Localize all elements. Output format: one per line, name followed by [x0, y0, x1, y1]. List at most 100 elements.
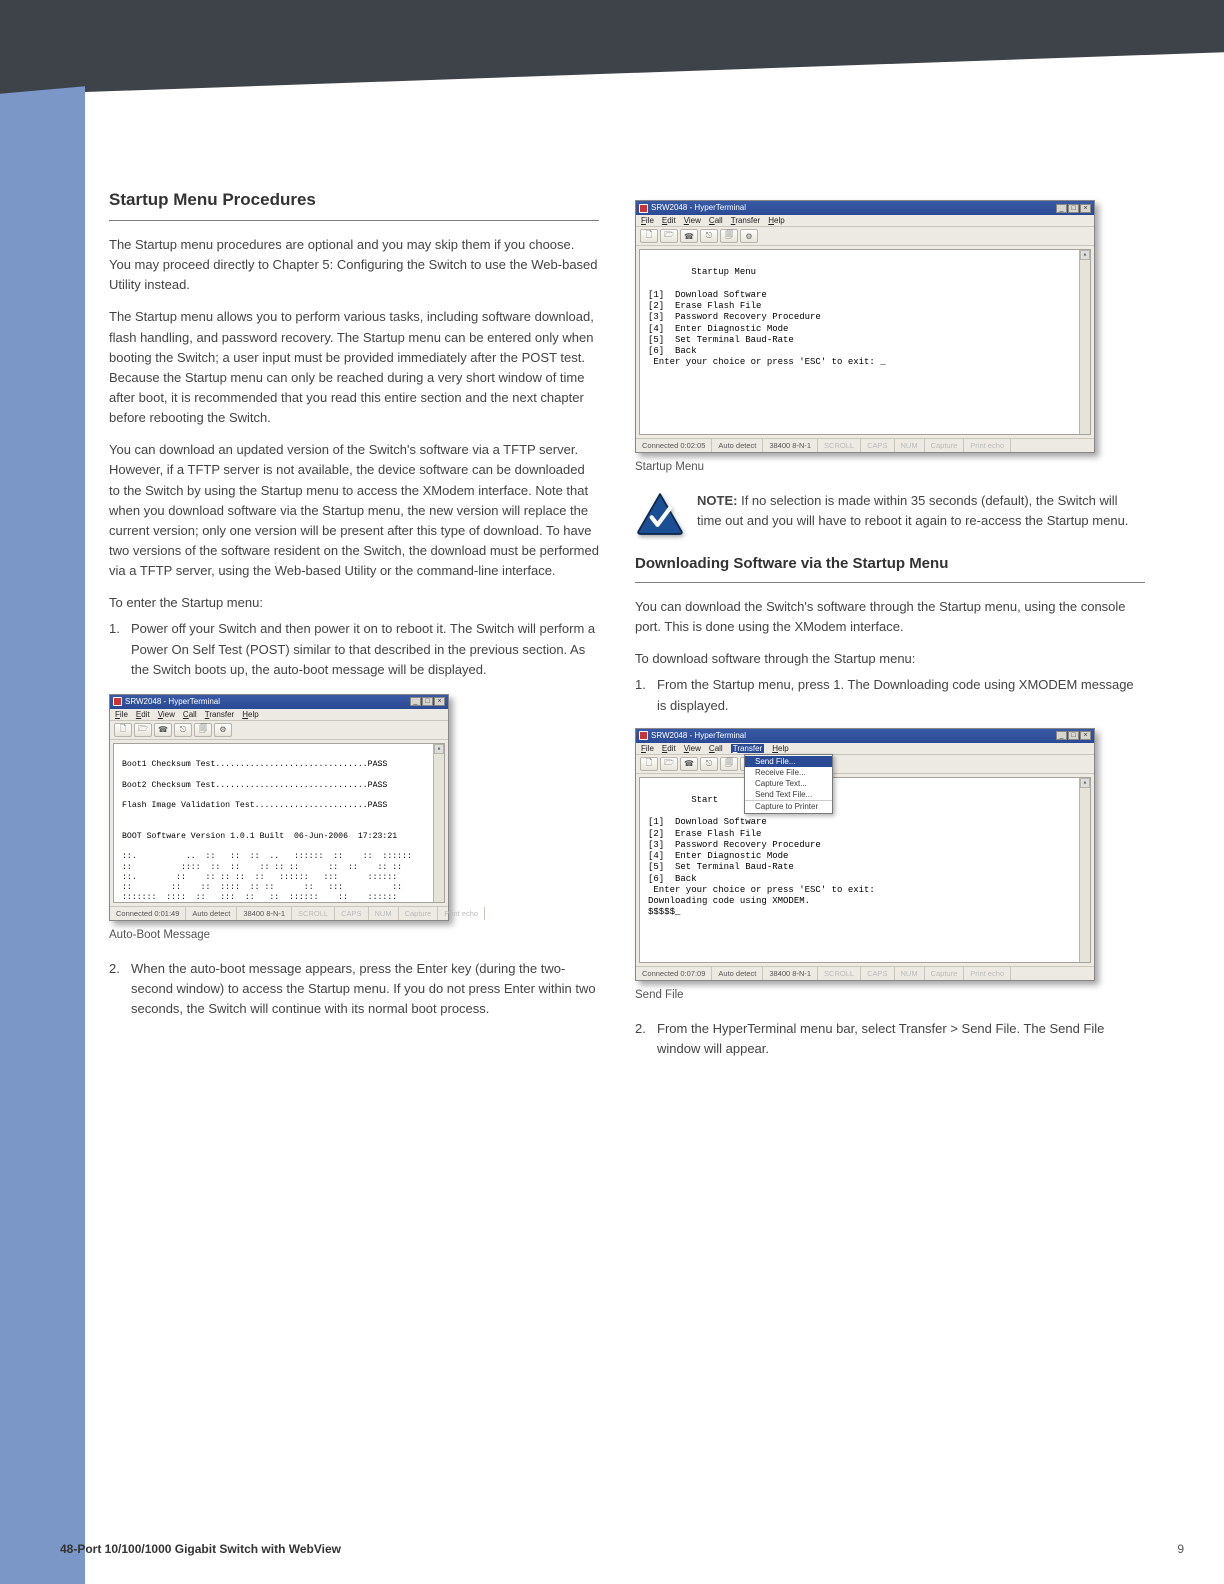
- menu-call[interactable]: Call: [709, 216, 723, 225]
- window-titlebar: SRW2048 - HyperTerminal _ □ ×: [110, 695, 448, 709]
- step-item: Power off your Switch and then power it …: [109, 619, 599, 679]
- section-rule: [635, 582, 1145, 583]
- maximize-button[interactable]: □: [1068, 731, 1079, 740]
- menu-file[interactable]: File: [641, 744, 654, 753]
- step-number: 1.: [635, 675, 646, 695]
- toolbar-button[interactable]: ⎋: [174, 723, 192, 737]
- toolbar-button[interactable]: 🗐: [194, 723, 212, 737]
- close-button[interactable]: ×: [1080, 204, 1091, 213]
- note-label: NOTE:: [697, 493, 737, 508]
- dropdown-item-send-file[interactable]: Send File...: [745, 756, 832, 767]
- hyperterminal-window-sendfile: SRW2048 - HyperTerminal _ □ × File Edit …: [635, 728, 1095, 981]
- toolbar-button[interactable]: ⚙: [740, 229, 758, 243]
- menu-view[interactable]: View: [158, 710, 175, 719]
- paragraph: To enter the Startup menu:: [109, 593, 599, 613]
- minimize-button[interactable]: _: [1056, 204, 1067, 213]
- page-body: Startup Menu Procedures The Startup menu…: [85, 120, 1224, 1584]
- window-title: SRW2048 - HyperTerminal: [651, 204, 746, 212]
- menu-call[interactable]: Call: [183, 710, 197, 719]
- status-detect: Auto detect: [712, 439, 763, 452]
- maximize-button[interactable]: □: [422, 697, 433, 706]
- dropdown-item-capture-text[interactable]: Capture Text...: [745, 778, 832, 789]
- toolbar-button[interactable]: 🗐: [720, 229, 738, 243]
- window-menubar: File Edit View Call Transfer Help: [110, 709, 448, 721]
- page-footer: Chapter 4 48-Port 10/100/1000 Gigabit Sw…: [60, 1542, 1184, 1556]
- toolbar-button[interactable]: ⎋: [700, 229, 718, 243]
- close-button[interactable]: ×: [434, 697, 445, 706]
- toolbar-button[interactable]: 🗋: [640, 229, 658, 243]
- status-printecho: Print echo: [438, 907, 485, 920]
- menu-file[interactable]: File: [641, 216, 654, 225]
- hyperterminal-window-autoboot: SRW2048 - HyperTerminal _ □ × File Edit …: [109, 694, 449, 921]
- toolbar-button[interactable]: 🗁: [660, 229, 678, 243]
- right-column: SRW2048 - HyperTerminal _ □ × File Edit …: [635, 190, 1145, 1514]
- menu-view[interactable]: View: [684, 216, 701, 225]
- window-titlebar: SRW2048 - HyperTerminal _ □ ×: [636, 729, 1094, 743]
- scrollbar[interactable]: ▴: [1079, 778, 1090, 962]
- menu-help[interactable]: Help: [772, 744, 788, 753]
- paragraph: The Startup menu procedures are optional…: [109, 235, 599, 295]
- terminal-output: Start [1] Download Software [2] Erase Fl…: [639, 777, 1091, 963]
- window-titlebar: SRW2048 - HyperTerminal _ □ ×: [636, 201, 1094, 215]
- menu-help[interactable]: Help: [768, 216, 784, 225]
- status-printecho: Print echo: [964, 967, 1011, 980]
- menu-view[interactable]: View: [684, 744, 701, 753]
- app-icon: [639, 731, 648, 740]
- status-caps: CAPS: [861, 967, 894, 980]
- menu-transfer[interactable]: Transfer: [731, 216, 761, 225]
- dropdown-item-send-text-file[interactable]: Send Text File...: [745, 789, 832, 800]
- menu-edit[interactable]: Edit: [662, 744, 676, 753]
- status-num: NUM: [895, 439, 925, 452]
- status-proto: 38400 8-N-1: [763, 967, 818, 980]
- window-statusbar: Connected 0:07:09 Auto detect 38400 8-N-…: [636, 966, 1094, 980]
- toolbar-button[interactable]: 🗐: [720, 757, 738, 771]
- terminal-output: Startup Menu [1] Download Software [2] E…: [639, 249, 1091, 435]
- dropdown-item-capture-printer[interactable]: Capture to Printer: [745, 800, 832, 812]
- menu-transfer[interactable]: Transfer: [731, 744, 765, 753]
- maximize-button[interactable]: □: [1068, 204, 1079, 213]
- footer-page: 9: [1177, 1542, 1184, 1556]
- toolbar-button[interactable]: ⎋: [700, 757, 718, 771]
- menu-transfer[interactable]: Transfer: [205, 710, 235, 719]
- toolbar-button[interactable]: ☎: [680, 757, 698, 771]
- toolbar-button[interactable]: ☎: [680, 229, 698, 243]
- section-rule: [109, 220, 599, 221]
- scrollbar[interactable]: ▴: [433, 744, 444, 902]
- paragraph: To download software through the Startup…: [635, 649, 1145, 669]
- figure-caption: Send File: [635, 989, 1145, 1001]
- window-statusbar: Connected 0:01:49 Auto detect 38400 8-N-…: [110, 906, 448, 920]
- window-statusbar: Connected 0:02:05 Auto detect 38400 8-N-…: [636, 438, 1094, 452]
- subsection-title: Downloading Software via the Startup Men…: [635, 555, 1145, 572]
- menu-file[interactable]: File: [115, 710, 128, 719]
- step-item: When the auto-boot message appears, pres…: [109, 959, 599, 1019]
- menu-help[interactable]: Help: [242, 710, 258, 719]
- minimize-button[interactable]: _: [410, 697, 421, 706]
- minimize-button[interactable]: _: [1056, 731, 1067, 740]
- transfer-dropdown: Send File... Receive File... Capture Tex…: [744, 754, 833, 814]
- status-scroll: SCROLL: [818, 439, 861, 452]
- toolbar-button[interactable]: 🗋: [640, 757, 658, 771]
- menu-edit[interactable]: Edit: [662, 216, 676, 225]
- toolbar-button[interactable]: ⚙: [214, 723, 232, 737]
- scrollbar[interactable]: ▴: [1079, 250, 1090, 434]
- menu-edit[interactable]: Edit: [136, 710, 150, 719]
- footer-left: Chapter 4 48-Port 10/100/1000 Gigabit Sw…: [60, 1542, 341, 1556]
- status-detect: Auto detect: [186, 907, 237, 920]
- toolbar-button[interactable]: 🗁: [134, 723, 152, 737]
- left-sidebar: [0, 135, 85, 1584]
- dropdown-item-receive-file[interactable]: Receive File...: [745, 767, 832, 778]
- menu-call[interactable]: Call: [709, 744, 723, 753]
- figure-caption: Startup Menu: [635, 461, 1145, 473]
- step-text: From the HyperTerminal menu bar, select …: [657, 1021, 1104, 1056]
- status-caps: CAPS: [861, 439, 894, 452]
- window-menubar: File Edit View Call Transfer Help: [636, 215, 1094, 227]
- toolbar-button[interactable]: ☎: [154, 723, 172, 737]
- section-title: Startup Menu Procedures: [109, 190, 599, 210]
- close-button[interactable]: ×: [1080, 731, 1091, 740]
- app-icon: [639, 204, 648, 213]
- toolbar-button[interactable]: 🗋: [114, 723, 132, 737]
- paragraph: The Startup menu allows you to perform v…: [109, 307, 599, 428]
- toolbar-button[interactable]: 🗁: [660, 757, 678, 771]
- window-toolbar: 🗋 🗁 ☎ ⎋ 🗐 ⚙: [636, 227, 1094, 246]
- status-detect: Auto detect: [712, 967, 763, 980]
